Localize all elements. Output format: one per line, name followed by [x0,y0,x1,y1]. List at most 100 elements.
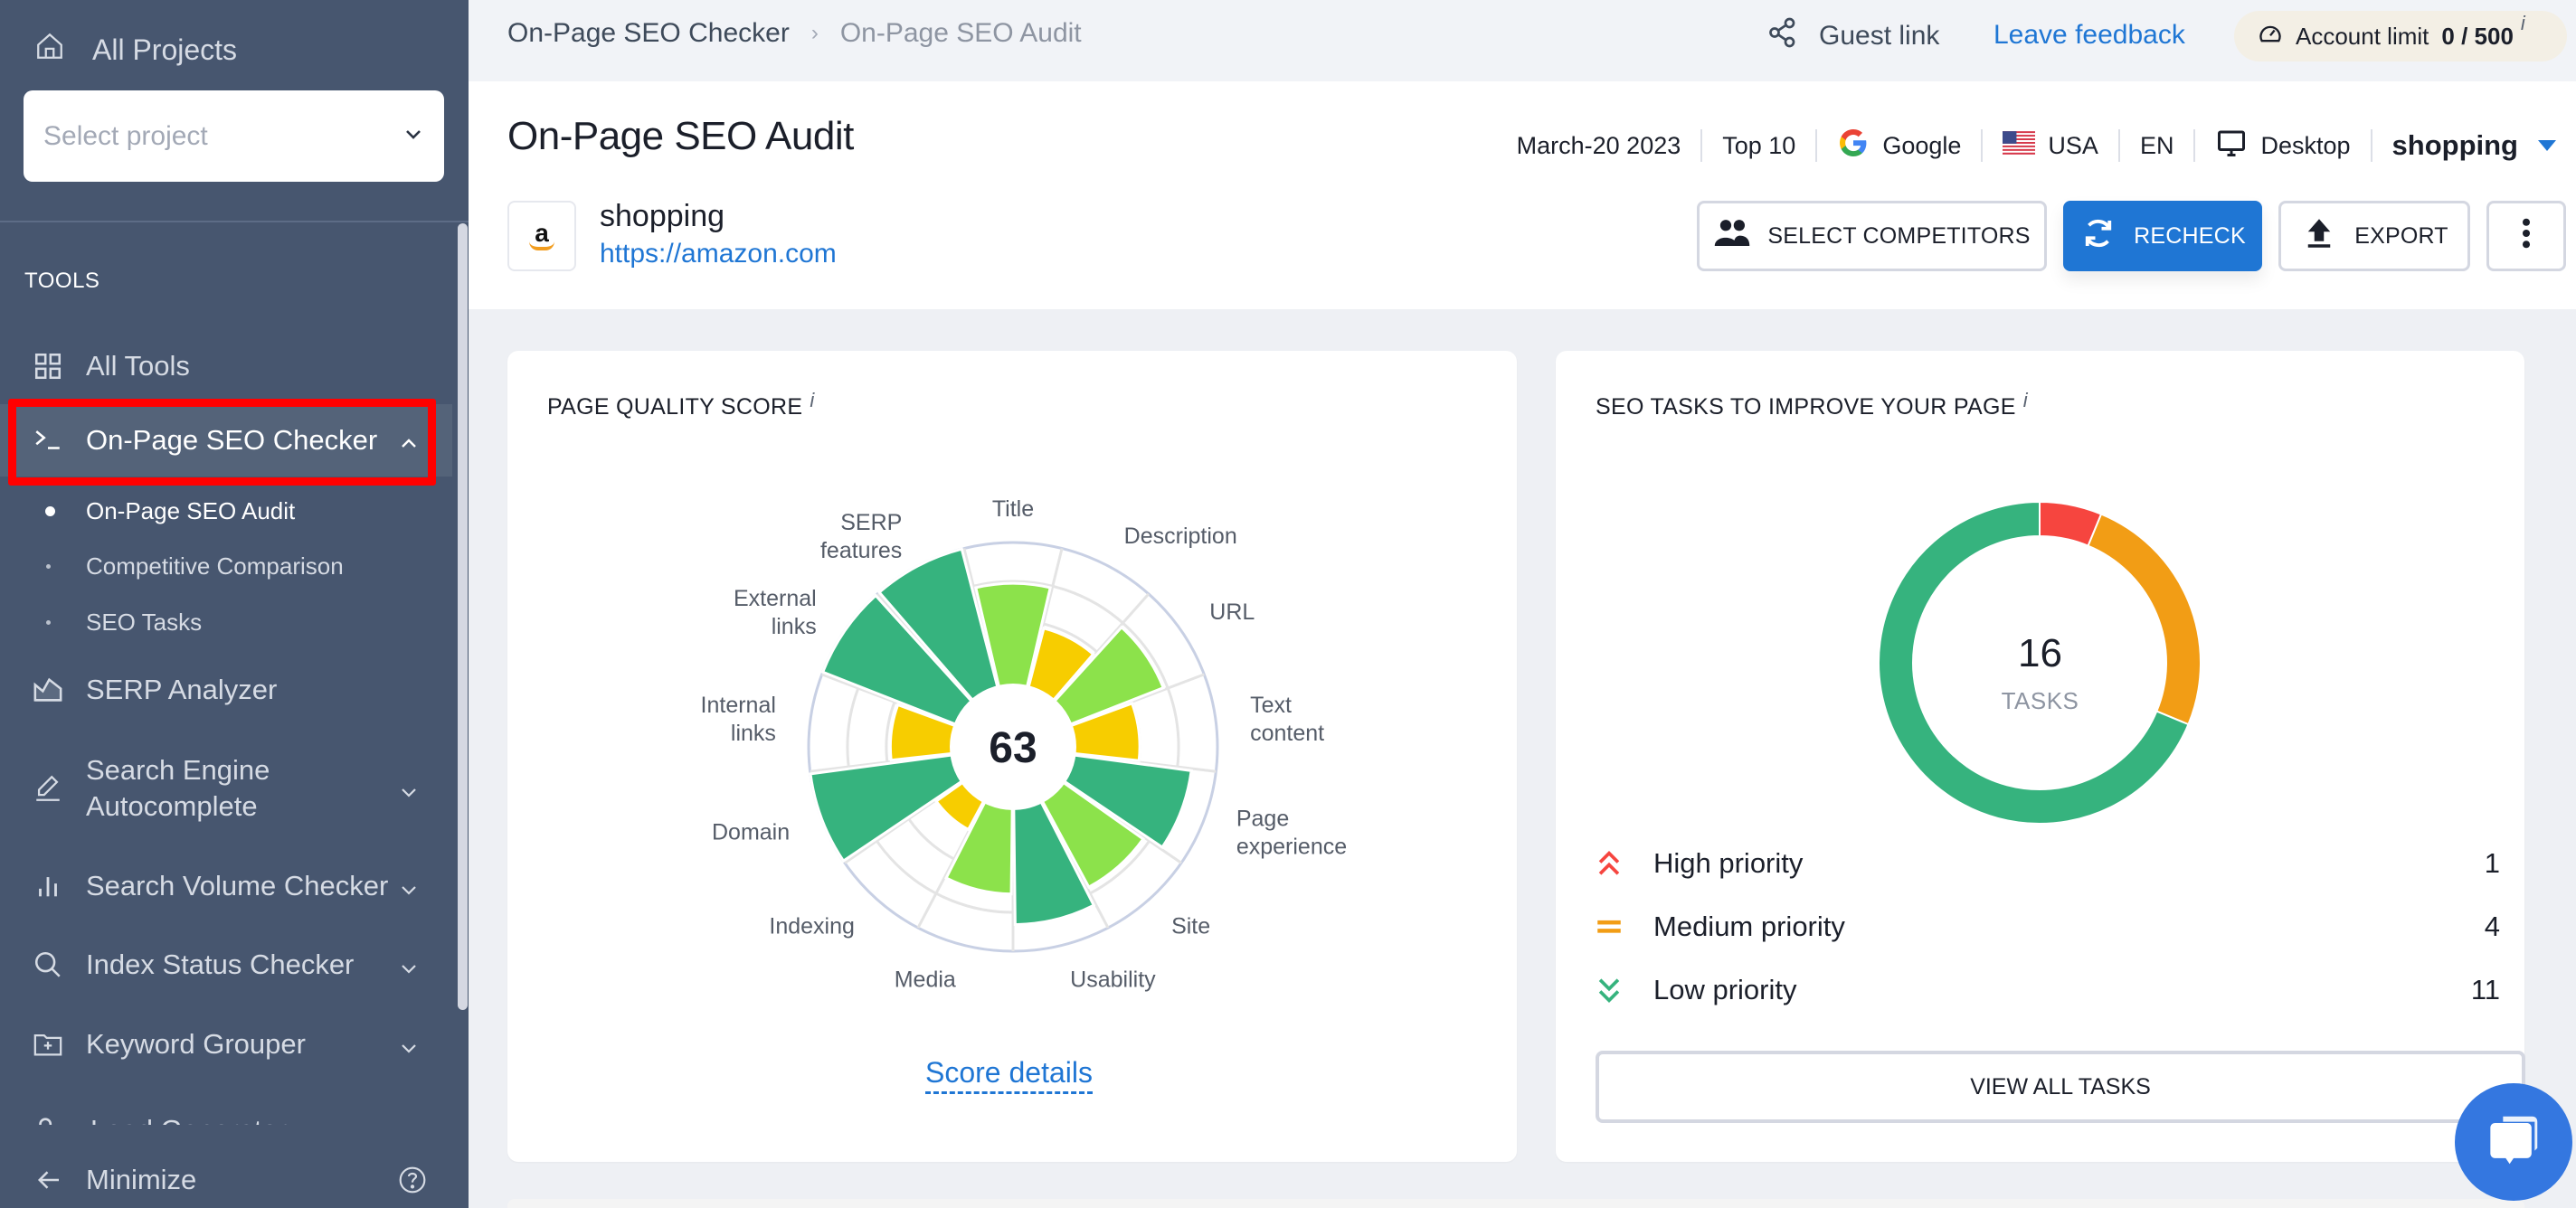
upload-icon [2300,214,2338,259]
tools-section-label: TOOLS [24,269,100,293]
select-competitors-button[interactable]: SELECT COMPETITORS [1697,201,2047,271]
sub-item-on-page-seo-audit[interactable]: On-Page SEO Audit [0,488,452,533]
axis-label: Title [992,496,1034,522]
info-icon[interactable]: i [810,389,814,411]
seo-tasks-card: SEO TASKS TO IMPROVE YOUR PAGE i 16 TASKS… [1556,351,2525,1162]
account-limit-label: Account limit [2296,22,2429,50]
sidebar-item-search-engine-autocomplete[interactable]: Search Engine Autocomplete [0,750,452,826]
sidebar-item-label: Lead Generator [90,1114,287,1125]
chat-widget-button[interactable] [2455,1083,2572,1201]
device: Desktop [2193,129,2370,162]
axis-label: SERP features [820,510,902,563]
tasks-total-label: TASKS [2001,687,2079,714]
usa-flag-icon [2003,127,2036,165]
chevron-down-icon [398,875,420,897]
keyword-dropdown[interactable]: shopping [2370,129,2576,162]
page-quality-card: PAGE QUALITY SCORE i 63 Title Description UR… [507,351,1517,1162]
sub-item-seo-tasks[interactable]: SEO Tasks [0,599,452,645]
button-label: SELECT COMPETITORS [1767,222,2031,249]
all-projects-link[interactable]: All Projects [34,27,237,72]
card-title-text: SEO TASKS TO IMPROVE YOUR PAGE [1596,394,2016,420]
project-logo: a [507,201,576,271]
next-section-edge [507,1199,2524,1208]
recheck-button[interactable]: RECHECK [2063,201,2262,271]
priority-row-medium[interactable]: Medium priority 4 [1596,904,2500,949]
search-engine-value: Google [1882,131,1962,159]
top-bar: On-Page SEO Checker › On-Page SEO Audit … [469,0,2576,81]
language-value: EN [2139,131,2174,159]
equals-icon [1597,920,1621,933]
axis-label: Domain [712,820,790,845]
sidebar-item-search-volume-checker[interactable]: Search Volume Checker [0,864,452,909]
page-header: On-Page SEO Audit a shopping https://ama… [469,81,2576,309]
sidebar: All Projects Select project TOOLS All To… [0,0,469,1208]
guest-link-label: Guest link [1819,21,1940,51]
sidebar-item-all-tools[interactable]: All Tools [0,344,452,389]
axis-label: Description [1124,524,1237,549]
sidebar-item-keyword-grouper[interactable]: Keyword Grouper [0,1022,452,1067]
priority-row-low[interactable]: Low priority 11 [1596,967,2500,1013]
axis-label: Usability [1070,967,1156,992]
breadcrumb-current: On-Page SEO Audit [839,18,1082,48]
label-line-1: Search Engine [86,754,270,786]
priority-label: High priority [1653,847,1804,879]
page-quality-polar-chart: 63 Title Description URL Text content Page expe… [701,496,1348,992]
priority-label: Low priority [1653,974,1797,1005]
sidebar-item-serp-analyzer[interactable]: SERP Analyzer [0,667,452,713]
breadcrumb-item[interactable]: On-Page SEO Checker [507,18,790,49]
project-url-link[interactable]: https://amazon.com [600,239,837,269]
all-projects-label: All Projects [92,33,238,66]
top-results: Top 10 [1700,129,1815,162]
priority-count: 11 [2470,974,2500,1005]
sidebar-item-label: Search Volume Checker [86,870,389,901]
sidebar-item-label: SERP Analyzer [86,674,278,705]
audit-settings-bar: March-20 2023 Top 10 Google USA EN Deskt… [1497,123,2576,168]
axis-label: Page experience [1236,807,1347,860]
view-all-tasks-button[interactable]: VIEW ALL TASKS [1596,1051,2525,1123]
guest-link-button[interactable]: Guest link [1766,16,1939,56]
bar-chart-icon [33,871,63,901]
sub-item-label: SEO Tasks [86,608,203,636]
card-title: PAGE QUALITY SCORE i [547,389,815,420]
audit-date-value: March-20 2023 [1516,131,1681,159]
tasks-total: 16 [2018,631,2062,675]
sidebar-item-label: On-Page SEO Checker [86,424,378,456]
axis-label: Media [895,967,956,992]
more-options-button[interactable] [2486,201,2566,271]
sub-item-label: On-Page SEO Audit [86,496,296,524]
sub-item-competitive-comparison[interactable]: Competitive Comparison [0,543,452,589]
sidebar-item-on-page-seo-checker[interactable]: On-Page SEO Checker [0,404,452,477]
keyword-value: shopping [2391,129,2518,161]
search-engine: Google [1815,128,1981,162]
double-chevron-down-icon [1598,978,1620,1003]
arrow-left-icon [36,1166,63,1194]
amazon-smile-icon [529,241,554,250]
terminal-icon [33,425,63,456]
desktop-icon [2215,127,2248,165]
chevron-down-icon [398,1033,420,1055]
account-limit-badge: Account limit 0 / 500 i [2234,11,2567,61]
audit-date: March-20 2023 [1497,129,1701,162]
card-title-text: PAGE QUALITY SCORE [547,394,803,420]
axis-label: Text content [1250,693,1324,746]
help-icon[interactable] [398,1166,427,1194]
sidebar-item-index-status-checker[interactable]: Index Status Checker [0,942,452,987]
priority-row-high[interactable]: High priority 1 [1596,841,2500,886]
button-label: EXPORT [2354,222,2448,249]
bullet-icon [46,563,51,569]
sidebar-item-lead-generator[interactable]: Lead Generator [0,1099,469,1125]
sidebar-scrollbar[interactable] [458,223,468,1010]
info-icon[interactable]: i [2023,389,2028,411]
minimize-button[interactable]: Minimize [0,1157,469,1203]
sidebar-item-label: All Tools [86,350,190,382]
leave-feedback-link[interactable]: Leave feedback [1994,20,2185,51]
export-button[interactable]: EXPORT [2278,201,2470,271]
select-project-dropdown[interactable]: Select project [24,90,444,182]
grid-icon [33,351,63,382]
score-details-link[interactable]: Score details [925,1056,1093,1094]
score-value: 63 [989,724,1037,772]
bullet-icon [46,619,51,625]
pencil-icon [33,773,63,804]
info-icon[interactable]: i [2521,12,2525,35]
double-chevron-up-icon [1598,851,1620,875]
